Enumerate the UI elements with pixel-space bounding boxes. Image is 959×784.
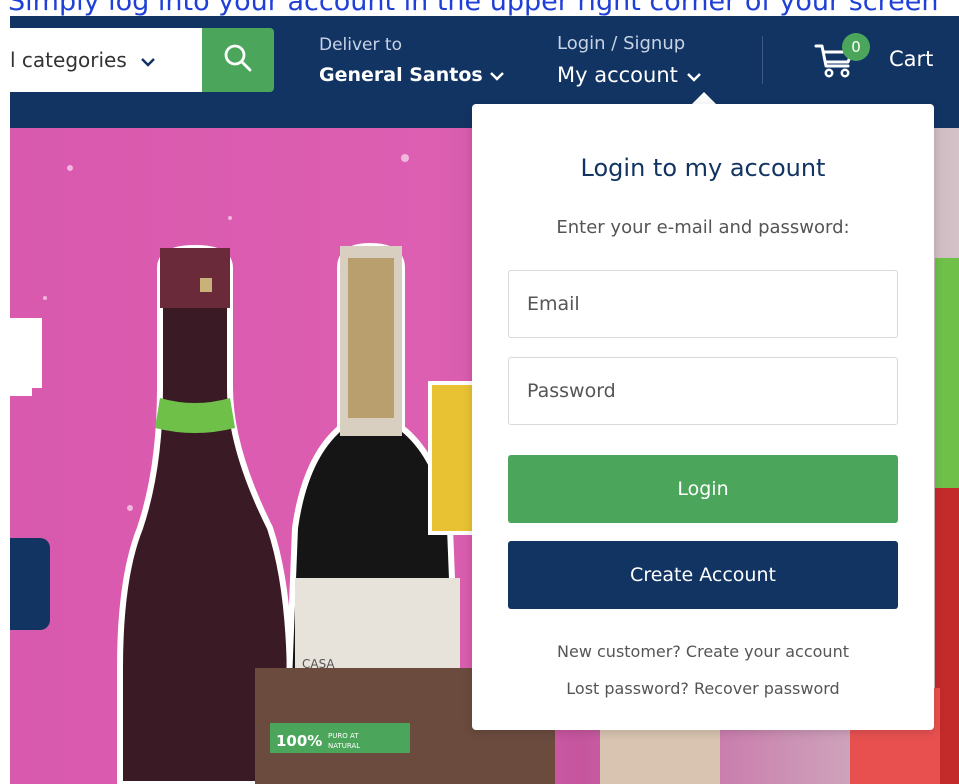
my-account-label: My account — [557, 63, 678, 87]
header-divider — [762, 36, 763, 84]
new-customer-link[interactable]: New customer? Create your account — [472, 642, 934, 661]
login-subtitle: Enter your e-mail and password: — [556, 217, 850, 238]
deliver-to-label: Deliver to — [319, 35, 402, 55]
login-signup-label[interactable]: Login / Signup — [557, 33, 685, 54]
svg-text:100%: 100% — [276, 732, 322, 750]
deliver-location-value: General Santos — [319, 64, 483, 86]
search-icon — [223, 43, 253, 77]
login-button[interactable]: Login — [508, 455, 898, 523]
deliver-location-select[interactable]: General Santos — [319, 64, 505, 86]
lost-password-link[interactable]: Lost password? Recover password — [472, 679, 934, 698]
cart-count-badge: 0 — [842, 33, 870, 61]
create-account-button[interactable]: Create Account — [508, 541, 898, 609]
category-select-label: l categories — [10, 48, 127, 72]
dropdown-caret — [692, 92, 716, 104]
svg-text:PURO AT: PURO AT — [328, 732, 359, 740]
chevron-down-icon — [140, 48, 155, 72]
svg-text:NATURAL: NATURAL — [328, 742, 360, 750]
category-select[interactable]: l categories — [10, 28, 202, 92]
cart-label[interactable]: Cart — [889, 47, 933, 71]
my-account-toggle[interactable]: My account — [557, 63, 702, 87]
email-input[interactable] — [508, 270, 898, 338]
login-title: Login to my account — [580, 154, 826, 182]
instruction-caption: Simply log into your account in the uppe… — [8, 0, 939, 16]
login-dropdown: Login to my account Enter your e-mail an… — [472, 104, 934, 730]
password-input[interactable] — [508, 357, 898, 425]
chevron-down-icon — [686, 63, 702, 87]
chevron-down-icon — [489, 64, 505, 86]
search-button[interactable] — [202, 28, 274, 92]
